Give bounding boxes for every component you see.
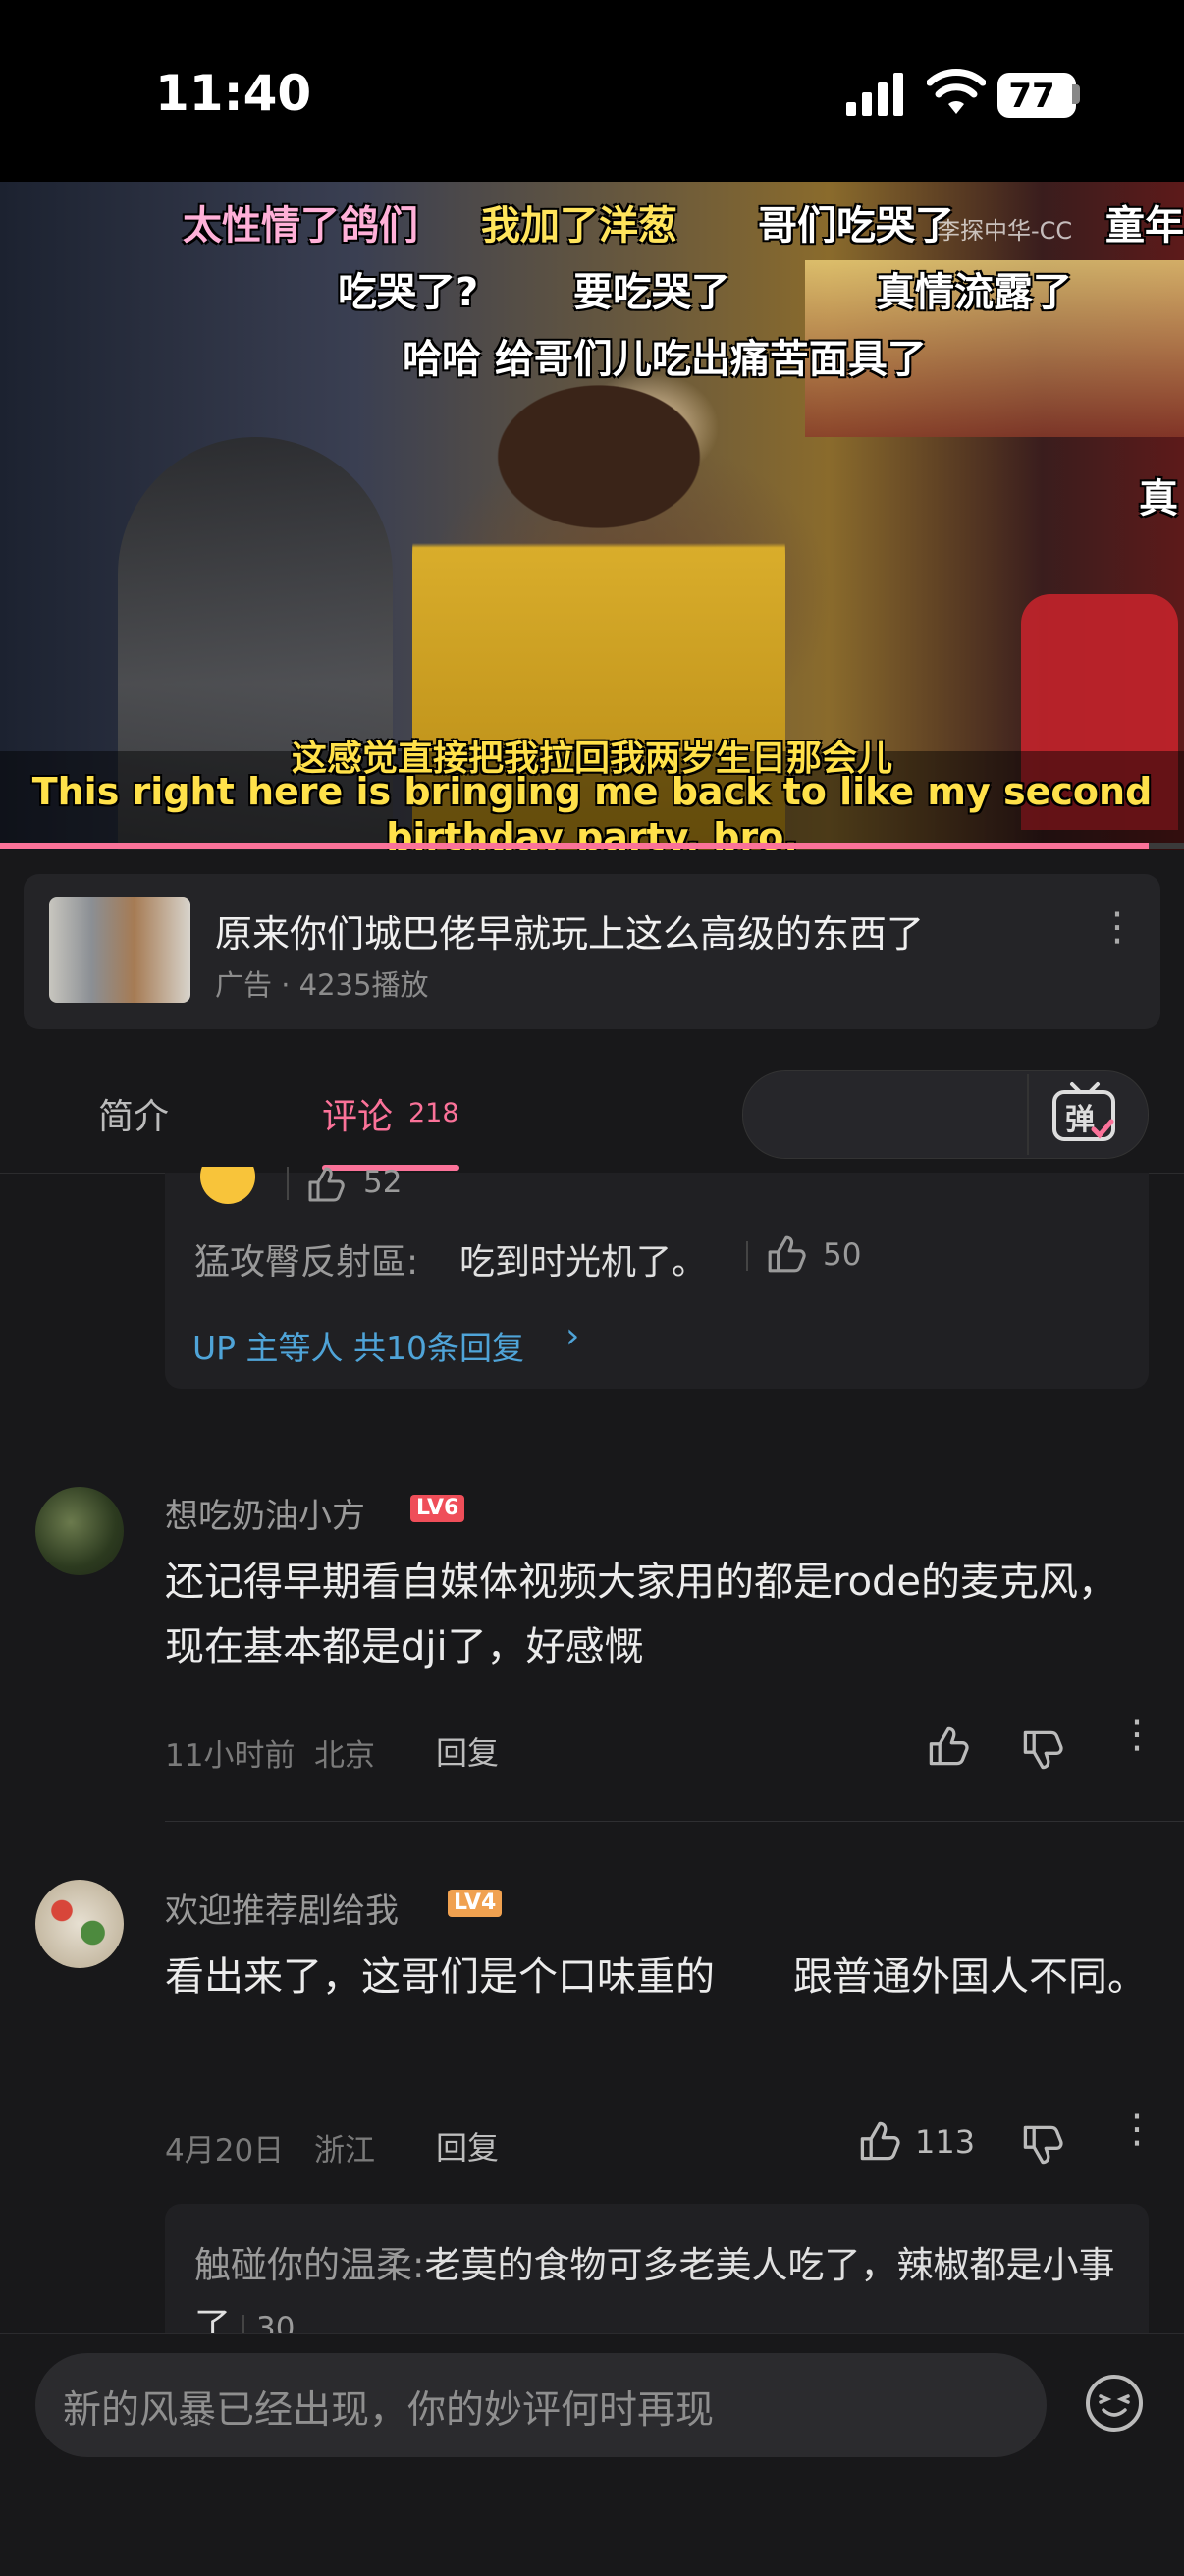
view-more-replies-link[interactable]: UP 主等人 共10条回复 [192,1322,524,1369]
danmaku-divider [1027,1074,1029,1155]
like-count: 50 [823,1237,862,1273]
level-badge: LV6 [410,1495,465,1522]
comment-text: 还记得早期看自媒体视频大家用的都是rode的麦克风，现在基本都是dji了，好感慨 [165,1560,1118,1670]
comment-location: 北京 [314,1738,375,1774]
danmaku-item: 真 [1139,476,1178,521]
reply-preview-box[interactable]: 触碰你的温柔:老莫的食物可多老美人吃了，辣椒都是小事了 30 [165,2204,1149,2341]
comment-text: 看出来了，这哥们是个口味重的 跟普通外国人不同。 [165,1954,1147,2000]
comment-username[interactable]: 欢迎推荐剧给我 [165,1884,399,1932]
level-badge: LV4 [448,1890,503,1917]
thumb-down-icon[interactable] [1021,2123,1064,2166]
danmaku-item: 要吃哭了 [573,270,730,315]
wifi-icon [927,69,986,114]
thumb-up-icon[interactable] [766,1233,807,1275]
separator [287,1167,289,1200]
comment-time: 4月20日 [165,2133,285,2168]
svg-text:弹: 弹 [1065,1103,1095,1137]
tv-icon: 弹 [1052,1082,1115,1141]
comment-time: 11小时前 [165,1738,296,1774]
separator [746,1241,748,1271]
laugh-emoji-icon [200,1167,257,1206]
comment-divider [165,1821,1184,1822]
danmaku-toggle-button[interactable]: 弹 [1050,1080,1119,1147]
emoji-icon[interactable] [1084,2373,1145,2434]
battery-level: 77 [1008,77,1055,116]
tab-comments[interactable]: 评论 [322,1088,393,1139]
reply-username[interactable]: 触碰你的温柔: [194,2244,424,2286]
reply-text: 吃到时光机了。 [459,1242,708,1283]
subtitle-english: This right here is bringing me back to l… [31,770,1153,850]
ad-more-icon[interactable]: ⋮ [1098,907,1137,947]
danmaku-item: 吃哭了? [338,270,479,315]
reply-preview-line: 触碰你的温柔:老莫的食物可多老美人吃了，辣椒都是小事了 30 [194,2235,1137,2341]
reply-button[interactable]: 回复 [436,2123,499,2168]
ad-title[interactable]: 原来你们城巴佬早就玩上这么高级的东西了 [215,904,924,958]
chevron-right-icon[interactable]: › [565,1316,579,1356]
more-options-icon[interactable]: ⋮ [1117,1715,1157,1754]
like-count: 52 [363,1165,403,1200]
danmaku-item: 哥们吃哭了 [758,203,954,248]
reply-button[interactable]: 回复 [436,1728,499,1774]
tab-comments-count: 218 [408,1098,459,1128]
avatar[interactable] [35,1880,124,1968]
danmaku-item: 太性情了鸽们 [183,203,418,248]
comment-location: 浙江 [314,2133,375,2168]
thumb-down-icon[interactable] [1021,1728,1064,1772]
cellular-signal-icon [846,73,903,116]
video-progress-fill [0,843,1149,849]
thumb-up-icon[interactable] [858,2119,901,2163]
video-watermark: 李探中华-CC [937,217,1073,245]
like-count: 113 [915,2123,976,2161]
tab-intro[interactable]: 简介 [98,1088,169,1139]
ad-thumbnail[interactable] [49,897,190,1003]
danmaku-item: 真情流露了 [876,270,1072,315]
status-time: 11:40 [155,65,312,122]
comment-username[interactable]: 想吃奶油小方 [165,1489,365,1537]
danmaku-item: 哈哈 给哥们儿吃出痛苦面具了 [403,337,927,382]
thumb-up-icon[interactable] [306,1165,346,1204]
thumb-up-icon[interactable] [927,1725,970,1768]
danmaku-item: 我加了洋葱 [481,203,677,248]
avatar[interactable] [35,1487,124,1575]
ad-meta: 广告 · 4235播放 [215,968,429,1002]
reply-username[interactable]: 猛攻臀反射區: [194,1233,418,1285]
video-player[interactable]: 太性情了鸽们 我加了洋葱 哥们吃哭了 李探中华-CC 童年 吃哭了? 要吃哭了 … [0,182,1184,850]
battery-cap [1072,84,1080,104]
more-options-icon[interactable]: ⋮ [1117,2110,1157,2149]
danmaku-item: 童年 [1105,203,1184,248]
comment-input-placeholder[interactable]: 新的风暴已经出现，你的妙评何时再现 [63,2380,714,2435]
